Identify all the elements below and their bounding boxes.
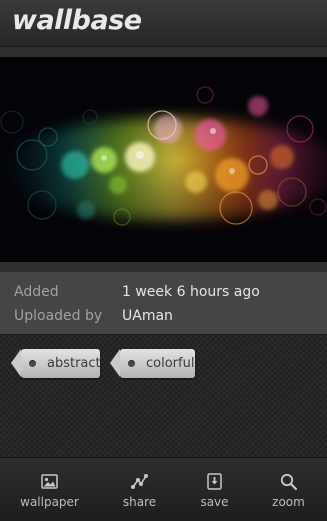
tag-abstract[interactable]: abstract	[11, 349, 101, 378]
tag-label: colorful	[146, 356, 195, 371]
wallpaper-button[interactable]: wallpaper	[9, 458, 90, 521]
uploader-value: UAman	[122, 308, 173, 324]
tag-label: abstract	[47, 356, 101, 371]
tag-colorful[interactable]: colorful	[110, 349, 195, 378]
bottom-action-bar: wallpaper share save zoom	[0, 457, 327, 521]
uploader-row: Uploaded by UAman	[0, 308, 327, 332]
zoom-label: zoom	[272, 495, 305, 509]
share-icon	[131, 474, 148, 489]
tags-area: abstract colorful	[0, 334, 327, 458]
zoom-button[interactable]: zoom	[248, 458, 327, 521]
uploader-label: Uploaded by	[14, 308, 103, 324]
save-button[interactable]: save	[174, 458, 255, 521]
top-bar: wallbase	[0, 0, 327, 47]
wallpaper-info-panel: Added 1 week 6 hours ago Uploaded by UAm…	[0, 272, 327, 334]
share-label: share	[122, 495, 157, 509]
wallpaper-preview[interactable]	[0, 57, 327, 262]
tag-hole-icon	[29, 360, 36, 367]
save-icon	[207, 473, 222, 490]
tag-hole-icon	[128, 360, 135, 367]
added-value: 1 week 6 hours ago	[122, 284, 260, 300]
wallpaper-label: wallpaper	[20, 495, 79, 509]
added-row: Added 1 week 6 hours ago	[0, 284, 327, 308]
app-title: wallbase	[12, 5, 142, 36]
added-label: Added	[14, 284, 59, 300]
zoom-icon	[280, 473, 298, 491]
image-icon	[41, 474, 58, 489]
save-label: save	[200, 495, 229, 509]
wallpaper-image	[0, 57, 327, 262]
share-button[interactable]: share	[99, 458, 180, 521]
